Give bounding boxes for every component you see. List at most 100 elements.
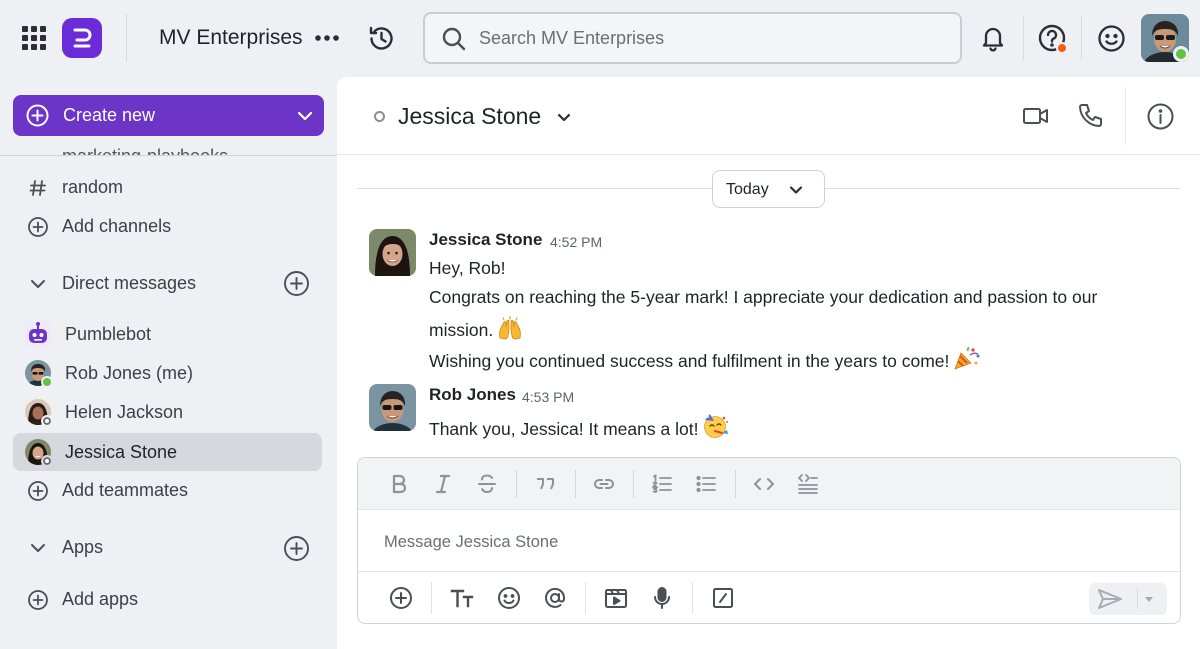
- conversation-panel: Jessica Stone Today Jessica Stone 4:52 P…: [337, 77, 1200, 649]
- divider: [126, 14, 127, 62]
- top-bar: MV Enterprises: [0, 0, 1200, 76]
- attach-plus-icon[interactable]: [389, 586, 413, 610]
- help-icon[interactable]: [1037, 23, 1069, 55]
- app-logo[interactable]: [62, 18, 102, 58]
- sidebar-item-label: Jessica Stone: [65, 442, 178, 462]
- code-icon[interactable]: [753, 473, 775, 495]
- video-clip-icon[interactable]: [604, 586, 628, 610]
- divider: [516, 470, 517, 498]
- search-box[interactable]: [423, 12, 962, 64]
- section-direct-messages[interactable]: Direct messages: [13, 264, 322, 302]
- sidebar-item-add-channels[interactable]: Add channels: [13, 207, 322, 245]
- sidebar-item-label: Add apps: [62, 589, 139, 609]
- chevron-down-icon: [27, 273, 49, 295]
- add-direct-message-icon[interactable]: [283, 270, 310, 297]
- online-status-dot: [1173, 46, 1189, 62]
- search-input[interactable]: [479, 24, 939, 52]
- message: Rob Jones 4:53 PM Thank you, Jessica! It…: [369, 384, 1179, 444]
- message-text-line: mission.: [429, 316, 523, 341]
- message-composer: [357, 457, 1181, 624]
- sidebar-item-add-teammates[interactable]: Add teammates: [13, 471, 322, 509]
- sidebar-divider: [0, 155, 337, 156]
- message-time: 4:52 PM: [550, 234, 603, 250]
- message-text-line: Thank you, Jessica! It means a lot!: [429, 413, 730, 440]
- info-icon[interactable]: [1146, 102, 1175, 131]
- strikethrough-icon[interactable]: [476, 473, 498, 495]
- apps-grid-icon[interactable]: [21, 25, 47, 51]
- divider: [1137, 589, 1138, 609]
- numbered-list-icon[interactable]: [651, 473, 673, 495]
- add-app-icon[interactable]: [283, 535, 310, 562]
- workspace-name[interactable]: MV Enterprises: [159, 26, 303, 50]
- raising-hands-emoji: [497, 316, 523, 340]
- partying-face-emoji: [702, 413, 730, 439]
- sidebar-item-helen-jackson[interactable]: Helen Jackson: [13, 393, 322, 431]
- section-apps[interactable]: Apps: [13, 528, 322, 566]
- plus-circle-icon: [27, 480, 49, 502]
- create-new-label: Create new: [63, 105, 156, 125]
- plus-circle-icon: [27, 216, 49, 238]
- day-divider-button[interactable]: Today: [712, 170, 825, 208]
- chevron-down-icon[interactable]: [555, 108, 573, 126]
- bullet-list-icon[interactable]: [695, 473, 717, 495]
- divider: [1023, 16, 1024, 60]
- send-icon[interactable]: [1097, 587, 1123, 611]
- conversation-header: Jessica Stone: [337, 77, 1200, 155]
- divider: [431, 582, 432, 614]
- caret-down-icon[interactable]: [1142, 592, 1156, 606]
- slash-command-icon[interactable]: [711, 586, 735, 610]
- sidebar-item-label: Add channels: [62, 216, 172, 236]
- text-format-icon[interactable]: [450, 586, 474, 610]
- chevron-down-icon: [27, 537, 49, 559]
- avatar[interactable]: [369, 229, 416, 276]
- more-options-icon[interactable]: [314, 27, 340, 49]
- quote-icon[interactable]: [534, 473, 556, 495]
- scrolled-channel-item: marketing-playbooks: [62, 146, 229, 156]
- divider: [585, 582, 586, 614]
- bold-icon[interactable]: [388, 473, 410, 495]
- video-call-icon[interactable]: [1022, 103, 1050, 129]
- chevron-down-icon: [295, 106, 315, 126]
- divider: [1125, 87, 1126, 145]
- message: Jessica Stone 4:52 PM Hey, Rob! Congrats…: [369, 229, 1179, 371]
- smiley-status-icon[interactable]: [1097, 24, 1126, 53]
- sidebar-item-add-apps[interactable]: Add apps: [13, 580, 322, 618]
- section-label: Apps: [62, 537, 104, 557]
- offline-status-dot: [41, 415, 53, 427]
- emoji-picker-icon[interactable]: [497, 586, 521, 610]
- chevron-down-icon: [787, 181, 805, 199]
- sidebar-item-label: Add teammates: [62, 480, 189, 500]
- formatting-toolbar: [358, 458, 1180, 510]
- sidebar-item-rob-jones[interactable]: Rob Jones (me): [13, 354, 322, 392]
- send-button-group: [1089, 583, 1167, 615]
- sidebar-item-label: Rob Jones (me): [65, 363, 194, 383]
- mention-icon[interactable]: [543, 586, 567, 610]
- notifications-bell-icon[interactable]: [979, 24, 1007, 52]
- message-author[interactable]: Jessica Stone: [429, 230, 542, 250]
- sidebar-item-label: Helen Jackson: [65, 402, 184, 422]
- divider: [575, 470, 576, 498]
- avatar[interactable]: [369, 384, 416, 431]
- italic-icon[interactable]: [432, 473, 454, 495]
- sidebar-item-random[interactable]: random: [13, 168, 322, 206]
- composer-actions-bar: [358, 571, 1180, 623]
- sidebar-item-label: Pumblebot: [65, 324, 152, 344]
- microphone-icon[interactable]: [650, 586, 674, 610]
- sidebar-item-jessica-stone[interactable]: Jessica Stone: [13, 433, 322, 471]
- message-author[interactable]: Rob Jones: [429, 385, 516, 405]
- link-icon[interactable]: [593, 473, 615, 495]
- plus-circle-icon: [27, 589, 49, 611]
- conversation-title[interactable]: Jessica Stone: [398, 103, 541, 130]
- online-status-dot: [41, 376, 53, 388]
- phone-call-icon[interactable]: [1076, 102, 1104, 130]
- help-alert-badge: [1056, 42, 1068, 54]
- message-text: Congrats on reaching the 5-year mark! I …: [429, 287, 1098, 307]
- history-icon[interactable]: [367, 24, 396, 53]
- plus-circle-icon: [26, 104, 49, 127]
- create-new-button[interactable]: Create new: [13, 95, 324, 136]
- sidebar-item-label: random: [62, 177, 124, 197]
- message-input[interactable]: [384, 530, 1154, 554]
- code-block-icon[interactable]: [797, 473, 819, 495]
- hash-icon: [27, 177, 49, 199]
- sidebar-item-pumblebot[interactable]: Pumblebot: [13, 315, 322, 353]
